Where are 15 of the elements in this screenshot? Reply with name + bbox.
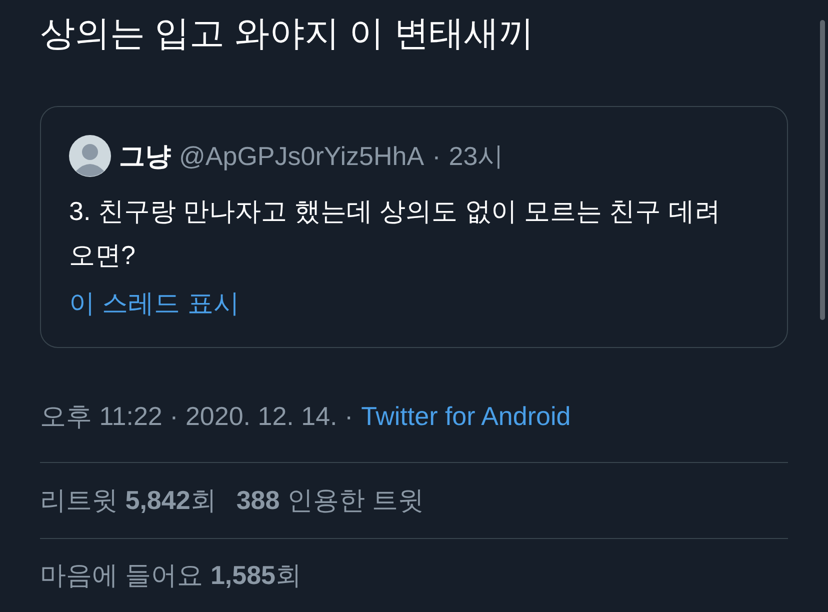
separator: · <box>432 140 441 172</box>
avatar-icon <box>69 135 111 177</box>
tweet-time: 23시 <box>448 140 504 172</box>
author-name: 그냥 <box>119 140 171 172</box>
timestamp: 오후 11:22 · 2020. 12. 14. · <box>40 400 354 433</box>
stat-count[interactable]: 388 인용한 트윗 <box>236 480 424 520</box>
tweet-text: 상의는 입고 와야지 이 변태새끼 <box>40 13 535 55</box>
quoted-tweet-card[interactable]: 그냥 @ApGPJs0rYiz5HhA · 23시 3. 친구랑 만나자고 했는데 상의도 없이 모르는 친구 데려오면? 이 스레드 표시 <box>40 106 788 348</box>
author-handle: @ApGPJs0rYiz5HhA <box>179 140 424 172</box>
likes-count[interactable]: 마음에 들어요 1,585회 <box>40 556 302 595</box>
quoted-text: 3. 친구랑 만나자고 했는데 상의도 없이 모르는 친구 데려오면? <box>69 195 722 272</box>
source-link[interactable]: Twitter for Android <box>361 396 571 436</box>
show-thread-link[interactable]: 이 스레드 표시 <box>69 281 240 325</box>
scrollbar[interactable] <box>820 20 825 320</box>
stat-count[interactable]: 리트윗 5,842회 <box>40 480 216 520</box>
